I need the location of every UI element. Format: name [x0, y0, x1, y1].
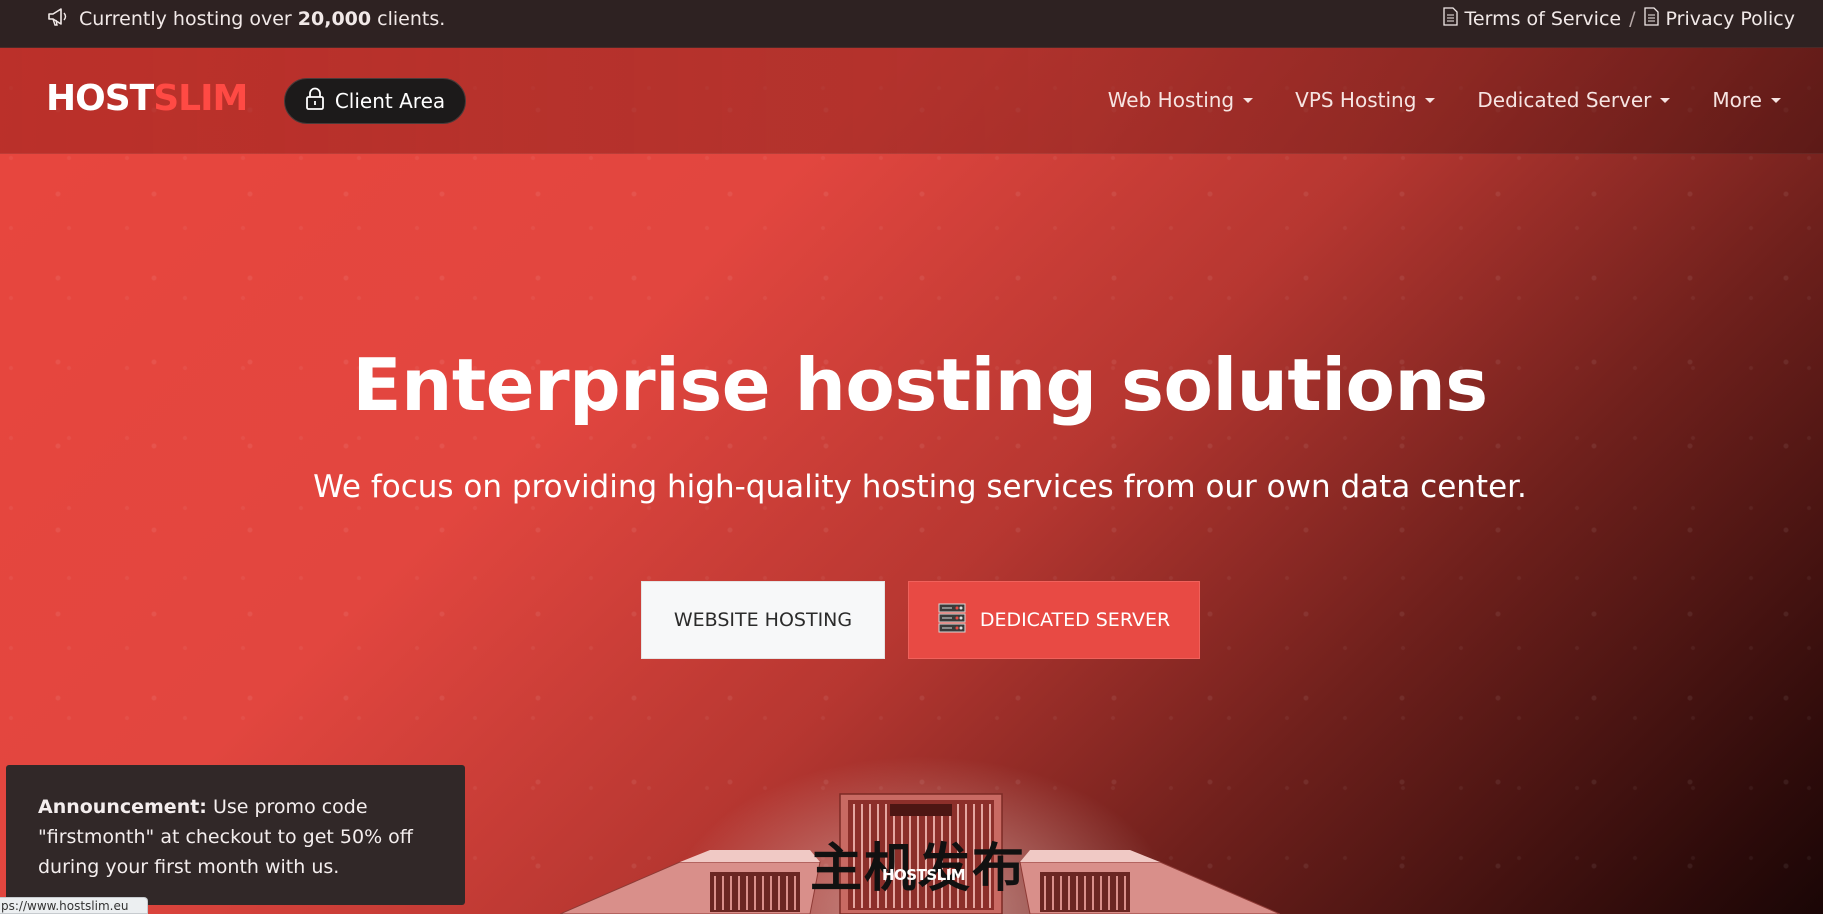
main-navbar: HOSTSLIM Client Area Web Hosting VPS Hos…	[0, 48, 1823, 154]
nav-more-label: More	[1712, 88, 1762, 112]
nav-vps-hosting-label: VPS Hosting	[1295, 88, 1417, 112]
status-bar-url: ps://www.hostslim.eu	[0, 897, 148, 914]
logo-slim-text: SLIM	[153, 78, 248, 119]
link-separator: /	[1629, 8, 1636, 30]
client-count: 20,000	[297, 8, 372, 30]
servers-illustration: 主机发布 HOSTSLIM	[559, 790, 1281, 914]
megaphone-icon	[46, 6, 70, 33]
legal-links: Terms of Service / Privacy Policy	[1442, 7, 1795, 31]
hosting-count-notice: Currently hosting over 20,000 clients.	[46, 7, 445, 31]
hosting-count-text: Currently hosting over 20,000 clients.	[79, 8, 446, 30]
announcement-title: Announcement:	[38, 796, 207, 818]
privacy-policy-label: Privacy Policy	[1665, 8, 1795, 30]
nav-dedicated-server[interactable]: Dedicated Server	[1477, 88, 1671, 112]
nav-web-hosting[interactable]: Web Hosting	[1107, 88, 1254, 112]
logo-host-text: HOST	[46, 78, 154, 119]
hero-subline: We focus on providing high-quality hosti…	[313, 469, 1527, 505]
nav-vps-hosting[interactable]: VPS Hosting	[1295, 88, 1436, 112]
nav-more[interactable]: More	[1712, 88, 1781, 112]
client-area-label: Client Area	[334, 89, 446, 113]
caret-down-icon	[1243, 97, 1254, 103]
dedicated-server-label: DEDICATED SERVER	[979, 609, 1171, 631]
announcement-toast: Announcement: Use promo code "firstmonth…	[6, 765, 465, 905]
lock-icon	[305, 87, 325, 116]
server-rack-icon	[938, 603, 966, 638]
dedicated-server-button[interactable]: DEDICATED SERVER	[908, 581, 1200, 659]
illustration-overlay-text: 主机发布	[810, 839, 1027, 899]
caret-down-icon	[1771, 97, 1781, 103]
caret-down-icon	[1660, 97, 1671, 103]
server-logo-text: HOSTSLIM	[882, 866, 966, 884]
document-icon	[1643, 7, 1659, 31]
client-area-button[interactable]: Client Area	[284, 78, 466, 124]
nav-dedicated-server-label: Dedicated Server	[1477, 88, 1652, 112]
privacy-policy-link[interactable]: Privacy Policy	[1643, 7, 1795, 31]
document-icon	[1442, 7, 1458, 31]
caret-down-icon	[1425, 97, 1436, 103]
nav-menu: Web Hosting VPS Hosting Dedicated Server…	[1108, 84, 1781, 116]
website-hosting-button[interactable]: WEBSITE HOSTING	[641, 581, 885, 659]
top-bar: Currently hosting over 20,000 clients. T…	[0, 0, 1823, 48]
nav-web-hosting-label: Web Hosting	[1107, 88, 1235, 112]
terms-of-service-link[interactable]: Terms of Service	[1442, 7, 1622, 31]
terms-of-service-label: Terms of Service	[1464, 8, 1622, 30]
hostslim-logo[interactable]: HOSTSLIM	[46, 78, 248, 119]
website-hosting-label: WEBSITE HOSTING	[673, 609, 853, 631]
hero-headline: Enterprise hosting solutions	[352, 343, 1488, 427]
